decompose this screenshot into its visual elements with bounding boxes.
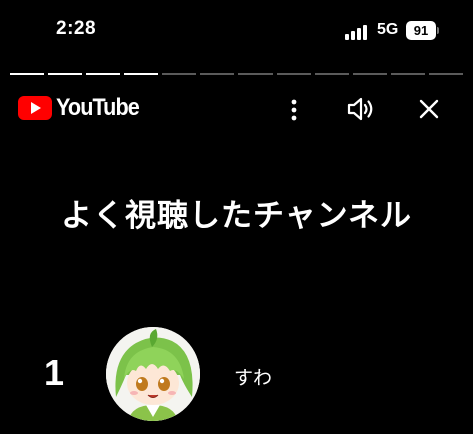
battery-cap bbox=[437, 27, 439, 34]
progress-segment bbox=[428, 73, 463, 75]
progress-segment bbox=[200, 73, 235, 75]
close-button[interactable] bbox=[414, 94, 444, 124]
progress-segment bbox=[352, 73, 387, 75]
progress-segment bbox=[124, 73, 159, 75]
progress-segment bbox=[48, 73, 83, 75]
progress-segment bbox=[162, 73, 197, 75]
speaker-icon bbox=[347, 97, 373, 121]
channel-name: すわ bbox=[234, 368, 273, 389]
story-progress bbox=[10, 73, 463, 76]
sound-button[interactable] bbox=[343, 94, 379, 124]
close-icon bbox=[419, 99, 439, 119]
channel-list-item[interactable]: 1 すわ bbox=[0, 322, 473, 422]
status-time: 2:28 bbox=[56, 18, 97, 39]
youtube-play-icon bbox=[18, 96, 52, 120]
signal-icon bbox=[345, 24, 371, 40]
anime-character-avatar bbox=[106, 327, 200, 421]
progress-segment bbox=[314, 73, 349, 75]
more-options-button[interactable] bbox=[282, 95, 306, 125]
progress-segment bbox=[238, 73, 273, 75]
youtube-logo: YouTube bbox=[18, 94, 148, 122]
progress-segment bbox=[10, 73, 45, 75]
network-type: 5G bbox=[377, 21, 399, 38]
rank-number: 1 bbox=[44, 352, 65, 393]
youtube-wordmark: YouTube bbox=[56, 94, 140, 121]
channel-avatar bbox=[106, 327, 200, 421]
progress-segment bbox=[390, 73, 425, 75]
progress-segment bbox=[276, 73, 311, 75]
page-title: よく視聴したチャンネル bbox=[60, 198, 413, 233]
more-vert-icon bbox=[291, 99, 297, 121]
status-bar: 2:28 5G 91 bbox=[0, 0, 473, 62]
battery-icon: 91 bbox=[406, 21, 436, 40]
progress-segment bbox=[86, 73, 121, 75]
